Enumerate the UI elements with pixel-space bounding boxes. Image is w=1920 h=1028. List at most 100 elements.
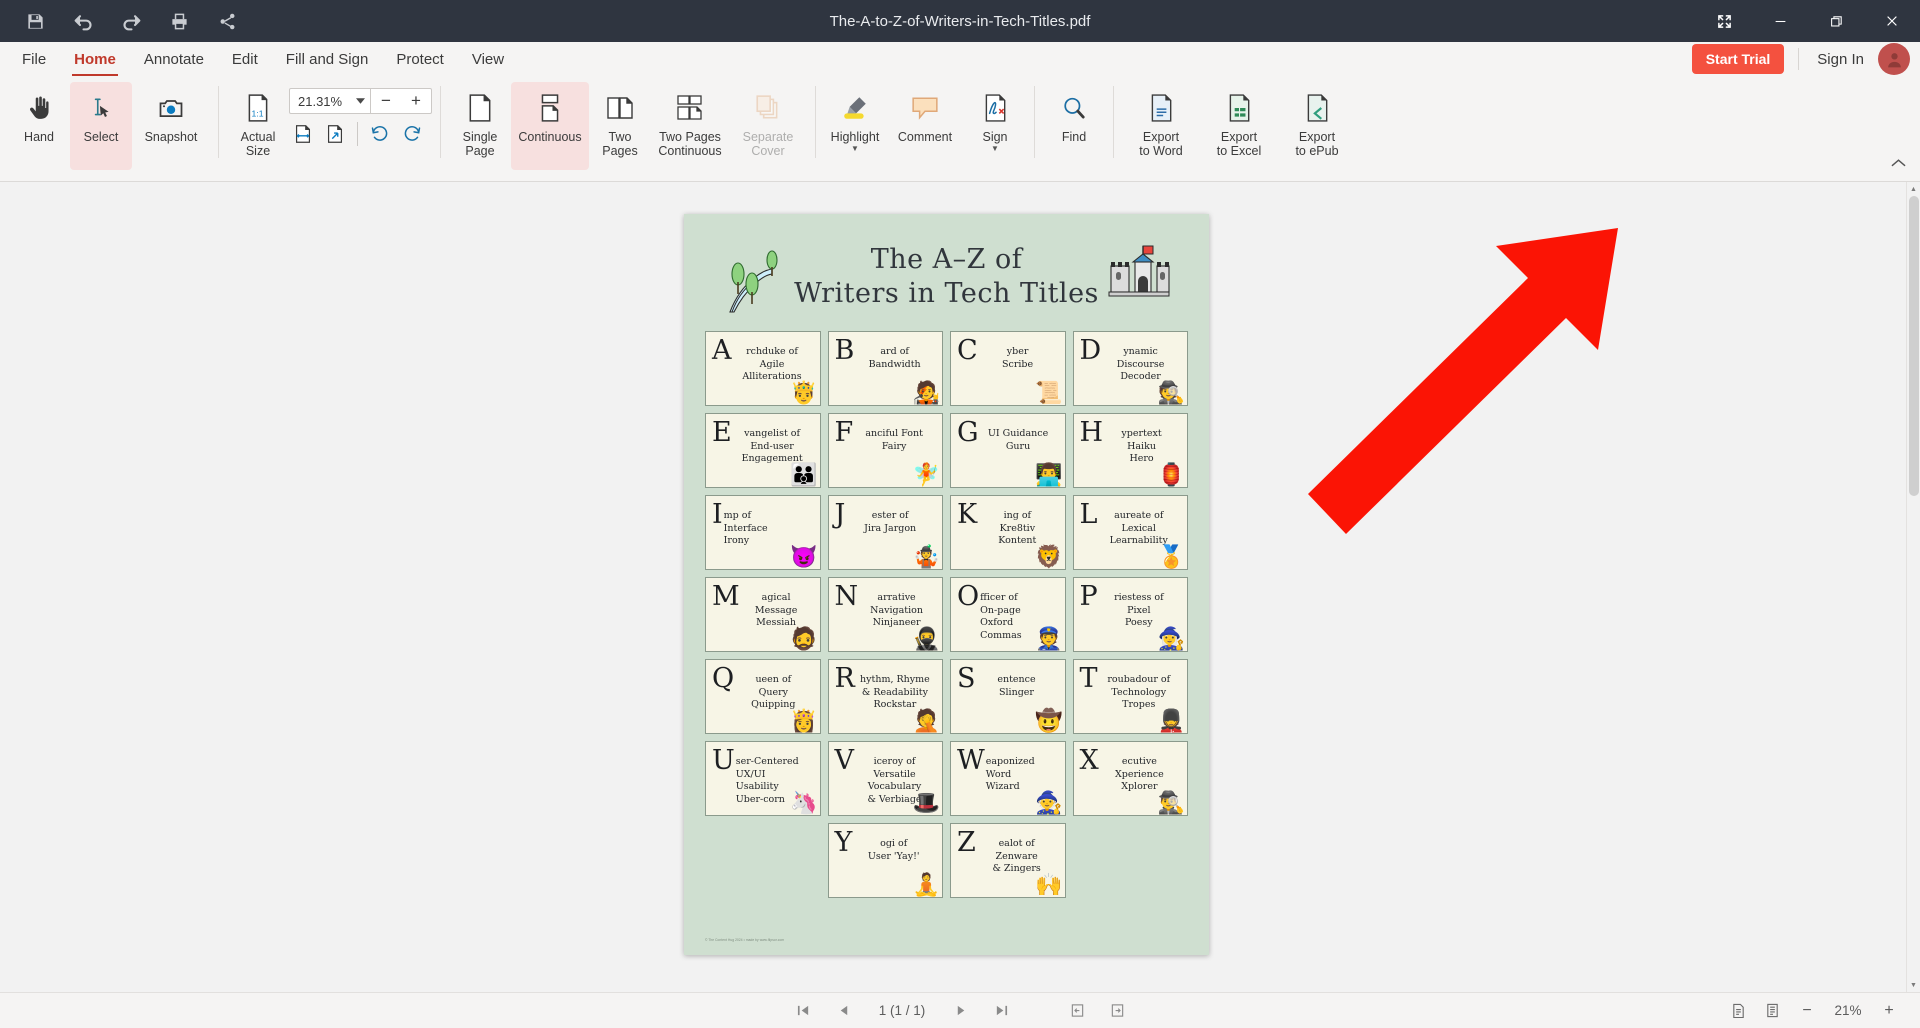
- title-card-text: arrative Navigation Ninjaneer: [859, 584, 934, 630]
- ribbon-divider: [218, 86, 219, 158]
- zoom-out-button[interactable]: −: [371, 88, 401, 114]
- fullscreen-icon[interactable]: [1696, 0, 1752, 42]
- page-indicator[interactable]: 1 (1 / 1): [870, 1003, 934, 1018]
- status-zoom-out-button[interactable]: −: [1794, 999, 1820, 1023]
- zoom-in-button[interactable]: +: [401, 88, 431, 114]
- pdf-page-content: The A–Z of Writers in Tech Titles A rchd…: [693, 223, 1200, 946]
- title-card-line: riestess of: [1114, 592, 1164, 603]
- menu-item-file[interactable]: File: [8, 42, 60, 76]
- title-card: Viceroy of Versatile Vocabulary & Verbiage…: [827, 741, 943, 816]
- title-card-letter: O: [957, 581, 980, 612]
- rotate-right-icon[interactable]: [398, 120, 426, 148]
- two-pages-button[interactable]: Two Pages: [589, 82, 651, 170]
- undo-icon[interactable]: [62, 4, 104, 38]
- zoom-input[interactable]: [290, 93, 350, 109]
- menu-item-protect[interactable]: Protect: [382, 42, 458, 76]
- fit-width-icon[interactable]: [289, 120, 317, 148]
- vertical-scrollbar[interactable]: ▲ ▼: [1906, 182, 1920, 992]
- title-card-line: arrative: [877, 592, 916, 603]
- zoom-row-2: [289, 120, 432, 148]
- rotate-left-icon[interactable]: [366, 120, 394, 148]
- export-word-label-2: to Word: [1139, 143, 1183, 158]
- close-icon[interactable]: [1864, 0, 1920, 42]
- previous-view-icon[interactable]: [1064, 999, 1090, 1023]
- title-card-text: ypertext Haiku Hero: [1104, 420, 1179, 466]
- ribbon-group-annotate: Highlight ▼ Comment Sign ▼: [824, 82, 1026, 176]
- title-card-text: riestess of Pixel Poesy: [1099, 584, 1179, 630]
- title-card: Sentence Slinger 🤠: [950, 659, 1066, 734]
- title-card-text: ynamic Discourse Decoder: [1102, 338, 1179, 384]
- minimize-icon[interactable]: [1752, 0, 1808, 42]
- actual-size-button[interactable]: 1:1 Actual Size: [227, 82, 289, 170]
- document-viewport[interactable]: The A–Z of Writers in Tech Titles A rchd…: [0, 182, 1920, 992]
- continuous-view-icon[interactable]: [1760, 999, 1784, 1023]
- previous-page-icon[interactable]: [830, 999, 856, 1023]
- redo-icon[interactable]: [110, 4, 152, 38]
- hand-tool-button[interactable]: Hand: [8, 82, 70, 170]
- title-card-line: Query: [758, 686, 789, 698]
- scroll-up-icon[interactable]: ▲: [1907, 182, 1920, 196]
- highlight-label: Highlight: [830, 130, 880, 144]
- hand-tool-label: Hand: [24, 130, 54, 144]
- menu-item-fill-and-sign[interactable]: Fill and Sign: [272, 42, 383, 76]
- comment-button[interactable]: Comment: [886, 82, 964, 170]
- zoom-controls: − +: [289, 82, 432, 148]
- status-bar: 1 (1 / 1) − 21% +: [0, 992, 1920, 1028]
- snapshot-button[interactable]: Snapshot: [132, 82, 210, 170]
- scrollbar-thumb[interactable]: [1909, 196, 1919, 496]
- avatar[interactable]: [1878, 43, 1910, 75]
- save-icon[interactable]: [14, 4, 56, 38]
- two-pages-continuous-button[interactable]: Two Pages Continuous: [651, 82, 729, 170]
- maximize-icon[interactable]: [1808, 0, 1864, 42]
- next-page-icon[interactable]: [948, 999, 974, 1023]
- red-pointer-arrow: [1308, 228, 1618, 534]
- scroll-down-icon[interactable]: ▼: [1907, 978, 1920, 992]
- export-to-excel-button[interactable]: Export to Excel: [1200, 82, 1278, 170]
- chevron-down-icon[interactable]: ▼: [851, 144, 859, 152]
- highlight-button[interactable]: Highlight ▼: [824, 82, 886, 170]
- castle-illustration: [1108, 245, 1170, 297]
- select-tool-button[interactable]: Select: [70, 82, 132, 170]
- title-card-line: eaponized: [985, 756, 1035, 767]
- next-view-icon[interactable]: [1104, 999, 1130, 1023]
- title-card-text: aureate of Lexical Learnability: [1098, 502, 1179, 548]
- export-to-word-button[interactable]: Export to Word: [1122, 82, 1200, 170]
- title-card-line: agical: [761, 592, 791, 603]
- title-card-line: yber: [1006, 346, 1029, 357]
- title-card-line: ealot of: [998, 838, 1035, 849]
- print-icon[interactable]: [158, 4, 200, 38]
- find-button[interactable]: Find: [1043, 82, 1105, 170]
- single-page-label-1: Single: [462, 130, 498, 144]
- chevron-down-icon[interactable]: ▼: [991, 144, 999, 152]
- ribbon-divider-2: [440, 86, 441, 158]
- pdf-page: The A–Z of Writers in Tech Titles A rchd…: [684, 214, 1209, 955]
- single-page-view-icon[interactable]: [1726, 999, 1750, 1023]
- share-icon[interactable]: [206, 4, 248, 38]
- title-card-letter: I: [712, 499, 723, 530]
- sign-in-link[interactable]: Sign In: [1817, 51, 1864, 68]
- title-card-line: ecutive: [1121, 756, 1157, 767]
- chevron-up-icon[interactable]: [1891, 155, 1906, 171]
- zoom-combobox[interactable]: − +: [289, 88, 432, 114]
- fit-page-icon[interactable]: [321, 120, 349, 148]
- title-card-line: Oxford: [980, 617, 1014, 628]
- menu-item-annotate[interactable]: Annotate: [130, 42, 218, 76]
- menu-item-home[interactable]: Home: [60, 42, 130, 76]
- menu-item-view[interactable]: View: [458, 42, 518, 76]
- title-card-letter: C: [957, 335, 978, 366]
- start-trial-button[interactable]: Start Trial: [1691, 44, 1785, 74]
- title-card: Fanciful Font Fairy 🧚: [827, 413, 943, 488]
- title-card-line: fficer of: [980, 592, 1018, 603]
- separate-cover-icon: [754, 90, 782, 126]
- export-to-epub-button[interactable]: Export to ePub: [1278, 82, 1356, 170]
- continuous-button[interactable]: Continuous: [511, 82, 589, 170]
- sign-button[interactable]: Sign ▼: [964, 82, 1026, 170]
- title-card-emoji: 🧘: [912, 872, 940, 897]
- first-page-icon[interactable]: [790, 999, 816, 1023]
- status-zoom-in-button[interactable]: +: [1876, 999, 1902, 1023]
- ribbon-group-zoom: 1:1 Actual Size − +: [227, 82, 432, 176]
- chevron-down-icon[interactable]: [350, 98, 370, 104]
- last-page-icon[interactable]: [988, 999, 1014, 1023]
- menu-item-edit[interactable]: Edit: [218, 42, 272, 76]
- single-page-button[interactable]: Single Page: [449, 82, 511, 170]
